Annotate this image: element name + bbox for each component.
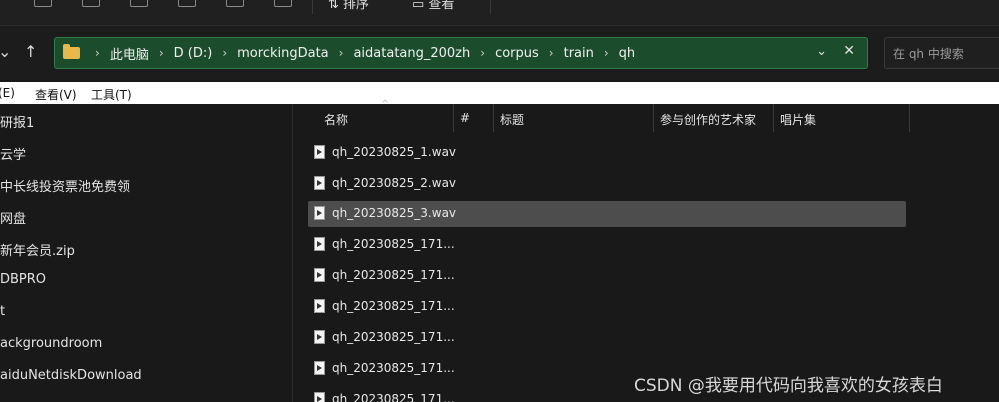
file-name: qh_20230825_171...	[332, 361, 455, 375]
breadcrumb-item[interactable]: D (D:)	[174, 46, 213, 61]
column-header-artist[interactable]: 参与创作的艺术家	[660, 111, 756, 139]
nav-item[interactable]: 中长线投资票池免费领	[0, 176, 130, 195]
view-button[interactable]: ▭ 查看	[412, 0, 454, 12]
audio-file-icon	[314, 176, 325, 190]
breadcrumb: › 此电脑 › D (D:) › morckingData › aidatata…	[85, 38, 635, 68]
breadcrumb-item[interactable]: aidatatang_200zh	[353, 46, 470, 61]
chevron-right-icon[interactable]: ›	[549, 46, 554, 60]
column-header-album[interactable]: 唱片集	[780, 111, 816, 139]
audio-file-icon	[314, 299, 325, 313]
column-header-title[interactable]: 标题	[500, 111, 524, 139]
audio-file-icon	[314, 361, 325, 375]
breadcrumb-item[interactable]: train	[564, 46, 594, 61]
sort-button[interactable]: ⇅ 排序	[328, 0, 369, 12]
watermark-text: CSDN @我要用代码向我喜欢的女孩表白	[634, 376, 943, 396]
toolbar-divider	[312, 0, 313, 14]
nav-item[interactable]: t	[0, 304, 5, 319]
share-icon[interactable]	[226, 0, 244, 7]
column-divider[interactable]	[909, 104, 910, 132]
command-toolbar: ⇅ 排序 ▭ 查看	[0, 0, 999, 26]
chevron-right-icon[interactable]: ›	[159, 46, 164, 60]
nav-item[interactable]: 研报1	[0, 112, 34, 131]
chevron-down-icon[interactable]: ⌄	[0, 44, 11, 60]
sort-label: 排序	[343, 0, 370, 12]
file-name: qh_20230825_1.wav	[332, 145, 457, 159]
paste-icon[interactable]	[130, 0, 148, 7]
breadcrumb-item[interactable]: qh	[619, 46, 636, 61]
up-arrow-icon[interactable]: ↑	[24, 44, 37, 60]
file-name: qh_20230825_171...	[332, 268, 455, 282]
chevron-right-icon[interactable]: ›	[604, 46, 609, 60]
file-row[interactable]: qh_20230825_171...	[308, 325, 906, 351]
nav-item[interactable]: 云学	[0, 144, 26, 163]
audio-file-icon	[314, 330, 325, 344]
file-name: qh_20230825_171...	[332, 392, 455, 402]
copy-icon[interactable]	[82, 0, 100, 7]
toolbar-divider	[490, 0, 491, 14]
file-row[interactable]: qh_20230825_2.wav	[308, 171, 906, 197]
navigation-pane: 研报1 云学 中长线投资票池免费领 网盘 新年会员.zip DBPRO t ac…	[0, 104, 293, 402]
file-row[interactable]: qh_20230825_171...	[308, 294, 906, 320]
nav-item[interactable]: aiduNetdiskDownload	[0, 368, 142, 383]
nav-item[interactable]: ackgroundroom	[0, 336, 102, 351]
chevron-right-icon[interactable]: ›	[339, 46, 344, 60]
sort-ascending-icon: ^	[381, 99, 390, 110]
breadcrumb-item[interactable]: corpus	[495, 46, 539, 61]
audio-file-icon	[314, 392, 325, 402]
address-history-chevron-icon[interactable]: ⌄	[816, 44, 827, 59]
nav-item[interactable]: 新年会员.zip	[0, 240, 75, 259]
audio-file-icon	[314, 145, 325, 159]
menu-tools[interactable]: 工具(T)	[91, 86, 132, 103]
column-divider[interactable]	[453, 104, 454, 132]
column-divider[interactable]	[653, 104, 654, 132]
menu-bar: (E) 查看(V) 工具(T)	[0, 82, 999, 104]
nav-item[interactable]: DBPRO	[0, 272, 46, 287]
cut-icon[interactable]	[34, 0, 52, 7]
rename-icon[interactable]	[178, 0, 196, 7]
audio-file-icon	[314, 268, 325, 282]
column-divider[interactable]	[493, 104, 494, 132]
audio-file-icon	[314, 206, 325, 220]
column-header-number[interactable]: #	[460, 111, 470, 139]
file-row[interactable]: qh_20230825_1.wav	[308, 140, 906, 166]
file-name: qh_20230825_3.wav	[332, 206, 457, 220]
menu-edit[interactable]: (E)	[0, 86, 15, 100]
file-row[interactable]: qh_20230825_171...	[308, 232, 906, 258]
column-header-name[interactable]: 名称	[324, 111, 348, 139]
file-name: qh_20230825_171...	[332, 299, 455, 313]
address-bar[interactable]: › 此电脑 › D (D:) › morckingData › aidatata…	[54, 37, 868, 69]
delete-icon[interactable]	[274, 0, 292, 7]
breadcrumb-item[interactable]: morckingData	[237, 46, 329, 61]
file-name: qh_20230825_171...	[332, 330, 455, 344]
audio-file-icon	[314, 237, 325, 251]
search-input[interactable]: 在 qh 中搜索	[884, 37, 999, 69]
navigation-bar: ⌄ ↑ › 此电脑 › D (D:) › morckingData › aida…	[0, 26, 999, 80]
file-row[interactable]: qh_20230825_171...	[308, 263, 906, 289]
search-placeholder: 在 qh 中搜索	[893, 47, 964, 61]
file-row-selected[interactable]: qh_20230825_3.wav	[308, 201, 906, 227]
file-name: qh_20230825_171...	[332, 237, 455, 251]
chevron-right-icon: ›	[95, 46, 100, 60]
column-divider[interactable]	[773, 104, 774, 132]
breadcrumb-item[interactable]: 此电脑	[110, 44, 149, 63]
chevron-right-icon[interactable]: ›	[480, 46, 485, 60]
file-name: qh_20230825_2.wav	[332, 176, 457, 190]
menu-view[interactable]: 查看(V)	[35, 86, 77, 103]
view-label: 查看	[428, 0, 455, 12]
close-icon[interactable]: ✕	[843, 43, 855, 59]
chevron-right-icon[interactable]: ›	[222, 46, 227, 60]
nav-item[interactable]: 网盘	[0, 208, 26, 227]
folder-icon	[63, 44, 80, 59]
